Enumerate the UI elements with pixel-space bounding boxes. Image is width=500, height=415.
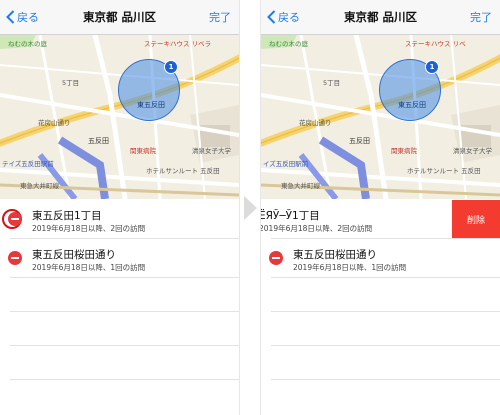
list-item-subtitle: 2019年6月18日以降、2回の訪問 xyxy=(261,224,373,233)
divider xyxy=(271,379,500,380)
list-item-title: 東五反田桜田通り xyxy=(293,249,377,261)
divider xyxy=(10,277,239,278)
divider xyxy=(10,379,239,380)
visits-list: 東五反田1丁目 2019年6月18日以降、2回の訪問 東五反田桜田通り 2019… xyxy=(0,200,239,415)
list-item[interactable]: 東五反田桜田通り 2019年6月18日以降、1回の訪問 xyxy=(261,239,500,277)
navigation-bar: 戻る 東京都 品川区 完了 xyxy=(261,0,500,35)
arrow-right-icon xyxy=(244,196,257,220)
map-label-street: 花房山通り xyxy=(38,119,71,127)
done-button[interactable]: 完了 xyxy=(470,9,492,25)
list-item-subtitle: 2019年6月18日以降、2回の訪問 xyxy=(32,224,146,233)
divider xyxy=(271,311,500,312)
list-item[interactable]: 東五反田1丁目 2019年6月18日以降、2回の訪問 xyxy=(0,200,239,238)
map-label-ekimae: イズ五反田駅前 xyxy=(263,160,309,168)
map-label-university: 清泉女子大学 xyxy=(453,147,492,155)
done-button[interactable]: 完了 xyxy=(209,9,231,25)
map-label-line: 東急大井町線 xyxy=(20,182,59,190)
map-label-ekimae: テイズ五反田駅前 xyxy=(2,160,54,168)
map-view[interactable]: ねむの木の庭 ステーキハウス リベ 5丁目 花房山通り 五反田 関東病院 清泉女… xyxy=(261,35,500,199)
divider xyxy=(10,311,239,312)
list-item-title: 東五反田桜田通り xyxy=(32,249,116,261)
location-label: 東五反田 xyxy=(137,101,165,109)
nav-title: 東京都 品川区 xyxy=(82,10,156,24)
map-label-park: ねむの木の庭 xyxy=(269,40,308,48)
map-label-steakhouse: ステーキハウス リベラ xyxy=(144,40,212,48)
nav-title: 東京都 品川区 xyxy=(343,10,417,24)
map-label-street: 花房山通り xyxy=(299,119,332,127)
map-label-line: 東急大井町線 xyxy=(281,182,320,190)
map-label-station: 五反田 xyxy=(349,137,370,145)
map-label-block: 5丁目 xyxy=(323,79,341,87)
delete-button[interactable]: 削除 xyxy=(452,200,500,238)
map-label-hotel: ホテルサンルート 五反田 xyxy=(407,167,481,175)
location-label: 東五反田 xyxy=(398,101,426,109)
navigation-bar: 戻る 東京都 品川区 完了 xyxy=(0,0,239,35)
list-item-swiped[interactable]: ЁЯЎ─Ў1丁目 2019年6月18日以降、2回の訪問 削除 xyxy=(261,200,500,238)
map-label-hotel: ホテルサンルート 五反田 xyxy=(146,167,220,175)
list-item-subtitle: 2019年6月18日以降、1回の訪問 xyxy=(293,263,407,272)
minus-circle-icon[interactable] xyxy=(269,251,283,265)
list-item[interactable]: 東五反田桜田通り 2019年6月18日以降、1回の訪問 xyxy=(0,239,239,277)
map-label-station: 五反田 xyxy=(88,137,109,145)
left-screen: 戻る 東京都 品川区 完了 ねむの木の庭 ステーキハウス リベラ 5丁目 花房山… xyxy=(0,0,239,415)
map-label-university: 清泉女子大学 xyxy=(192,147,231,155)
list-item-title: ЁЯЎ─Ў1丁目 xyxy=(261,210,320,222)
list-item-subtitle: 2019年6月18日以降、1回の訪問 xyxy=(32,263,146,272)
minus-circle-icon[interactable] xyxy=(8,212,22,226)
location-marker-icon[interactable]: 1 xyxy=(164,60,178,74)
divider xyxy=(271,277,500,278)
visits-list: ЁЯЎ─Ў1丁目 2019年6月18日以降、2回の訪問 削除 東五反田桜田通り … xyxy=(261,200,500,415)
location-marker-icon[interactable]: 1 xyxy=(425,60,439,74)
divider xyxy=(10,345,239,346)
map-view[interactable]: ねむの木の庭 ステーキハウス リベラ 5丁目 花房山通り 五反田 関東病院 清泉… xyxy=(0,35,239,199)
map-label-steakhouse: ステーキハウス リベ xyxy=(405,40,466,48)
list-item-title: 東五反田1丁目 xyxy=(32,210,102,222)
map-label-hospital: 関東病院 xyxy=(130,147,156,155)
map-label-hospital: 関東病院 xyxy=(391,147,417,155)
right-screen: 戻る 東京都 品川区 完了 ねむの木の庭 ステーキハウス リベ 5丁目 花房山通… xyxy=(261,0,500,415)
divider xyxy=(271,345,500,346)
minus-circle-icon[interactable] xyxy=(8,251,22,265)
map-label-block: 5丁目 xyxy=(62,79,80,87)
map-label-park: ねむの木の庭 xyxy=(8,40,47,48)
